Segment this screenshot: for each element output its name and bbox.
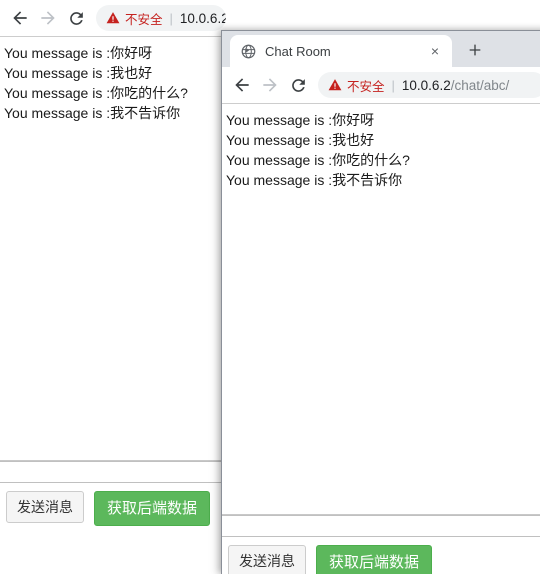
not-secure-label: 不安全 xyxy=(347,79,385,94)
tab-chat-room[interactable]: Chat Room × xyxy=(230,35,452,67)
forward-button[interactable] xyxy=(34,4,62,32)
send-message-button[interactable]: 发送消息 xyxy=(6,491,84,523)
fetch-backend-data-button[interactable]: 获取后端数据 xyxy=(94,491,211,526)
back-browser-window: 不安全 | 10.0.6.2 /chat/abc/ You message is… xyxy=(0,0,420,574)
chat-message-body: 你吃的什么? xyxy=(110,85,188,101)
back-window-address-bar[interactable]: 不安全 | 10.0.6.2 /chat/abc/ xyxy=(96,5,226,31)
globe-icon xyxy=(240,43,256,59)
reload-icon xyxy=(291,78,305,92)
chat-message-prefix: You message is : xyxy=(226,112,333,128)
chat-message-prefix: You message is : xyxy=(4,85,111,101)
front-browser-window: Chat Room × 不安全 | 10.0.6.2 /chat/abc/ Yo… xyxy=(221,30,540,574)
close-icon[interactable]: × xyxy=(426,42,444,60)
chat-message-body: 我不告诉你 xyxy=(110,105,181,121)
chat-message-prefix: You message is : xyxy=(226,152,333,168)
chat-message-body: 我不告诉你 xyxy=(332,172,403,188)
chat-message-prefix: You message is : xyxy=(4,45,111,61)
back-window-toolbar: 不安全 | 10.0.6.2 /chat/abc/ xyxy=(0,0,232,36)
chat-message-body: 我也好 xyxy=(110,65,153,81)
front-window-page: You message is :你好呀 You message is :我也好 … xyxy=(222,103,540,574)
new-tab-button[interactable] xyxy=(460,35,490,65)
chat-message: You message is :你好呀 xyxy=(226,110,540,130)
chat-message-body: 我也好 xyxy=(332,132,375,148)
front-button-row: 发送消息 获取后端数据 xyxy=(222,537,540,574)
front-chat-message-list: You message is :你好呀 You message is :我也好 … xyxy=(222,104,540,190)
fetch-backend-data-button[interactable]: 获取后端数据 xyxy=(316,545,433,574)
omnibox-separator: | xyxy=(391,77,395,93)
url-host: 10.0.6.2 xyxy=(401,77,451,93)
chat-message: You message is :我也好 xyxy=(226,130,540,150)
back-button[interactable] xyxy=(228,71,256,99)
back-button[interactable] xyxy=(6,4,34,32)
not-secure-label: 不安全 xyxy=(125,12,163,27)
front-window-address-bar[interactable]: 不安全 | 10.0.6.2 /chat/abc/ xyxy=(318,72,540,98)
chat-message: You message is :我不告诉你 xyxy=(226,170,540,190)
reload-icon xyxy=(69,11,83,25)
reload-button[interactable] xyxy=(62,4,90,32)
chat-message-prefix: You message is : xyxy=(4,65,111,81)
not-secure-warning-icon xyxy=(328,78,342,92)
chat-message-prefix: You message is : xyxy=(226,172,333,188)
chat-message-prefix: You message is : xyxy=(4,105,111,121)
front-window-tabstrip: Chat Room × xyxy=(222,31,540,67)
forward-arrow-icon xyxy=(263,78,277,92)
front-window-toolbar: 不安全 | 10.0.6.2 /chat/abc/ xyxy=(222,67,540,103)
tab-title: Chat Room xyxy=(265,43,331,59)
send-message-button[interactable]: 发送消息 xyxy=(228,545,306,574)
url-host: 10.0.6.2 xyxy=(179,10,226,26)
forward-arrow-icon xyxy=(41,11,55,25)
plus-icon xyxy=(469,44,481,56)
omnibox-separator: | xyxy=(169,10,173,26)
message-input[interactable] xyxy=(222,515,540,537)
chat-message-prefix: You message is : xyxy=(226,132,333,148)
front-window-page-bottom: 发送消息 获取后端数据 xyxy=(222,514,540,574)
chat-message-body: 你好呀 xyxy=(332,112,375,128)
chat-message-body: 你吃的什么? xyxy=(332,152,410,168)
back-arrow-icon xyxy=(13,11,27,25)
chat-message: You message is :你吃的什么? xyxy=(226,150,540,170)
chat-message-body: 你好呀 xyxy=(110,45,153,61)
url-path: /chat/abc/ xyxy=(450,77,510,93)
reload-button[interactable] xyxy=(284,71,312,99)
not-secure-warning-icon xyxy=(106,11,120,25)
forward-button[interactable] xyxy=(256,71,284,99)
back-arrow-icon xyxy=(235,78,249,92)
